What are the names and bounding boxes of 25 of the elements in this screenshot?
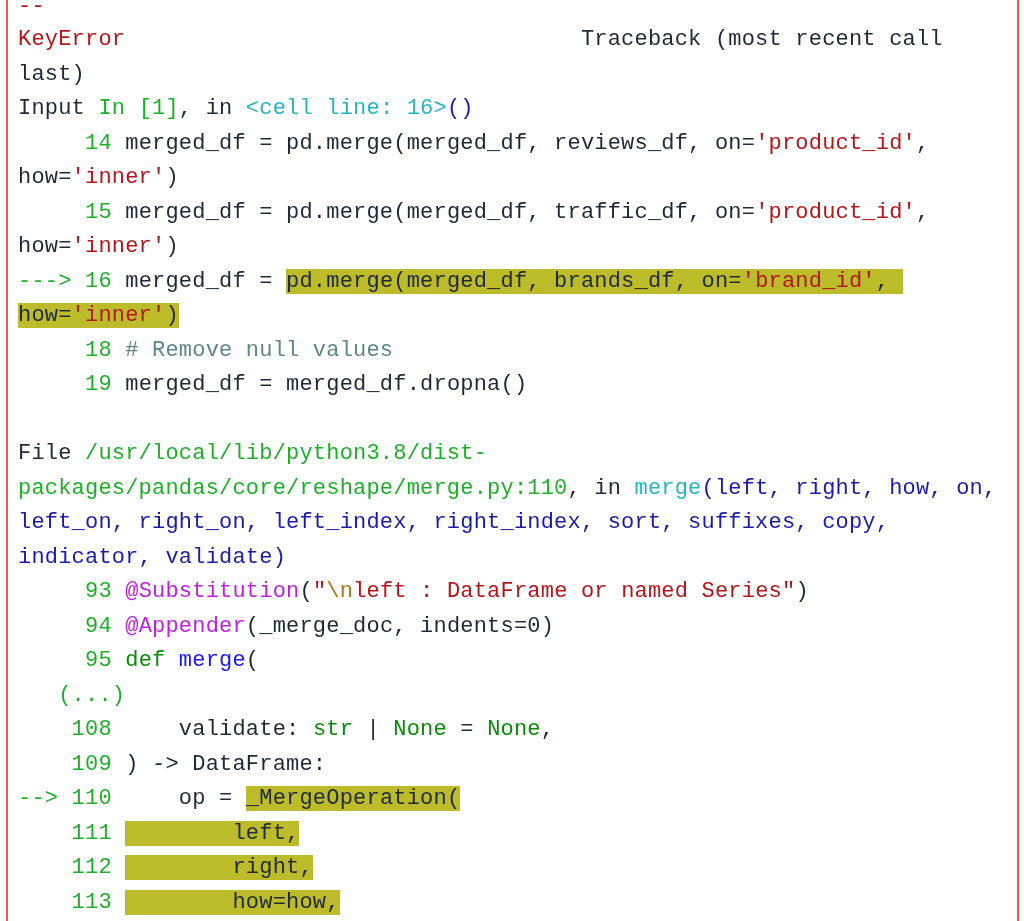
code-line: 93 @Substitution("\n left : DataFrame or named Series") xyxy=(84,578,810,606)
code-line: 15 merged_df = pd.merge(merged_df, traffic_df, on='product_id', xyxy=(84,198,931,227)
code-line: how='inner') xyxy=(18,233,180,261)
code-line: 95 def merge( xyxy=(84,647,261,675)
code-line: KeyError Traceback (most recent call xyxy=(18,26,944,54)
code-line: 113 how=how, xyxy=(70,888,341,917)
code-line: 14 merged_df = pd.merge(merged_df, reviews_df, on='product_id', xyxy=(84,129,931,158)
code-line: 18 # Remove null values xyxy=(84,336,395,365)
code-line: Input In [1], in <cell line: 16>() xyxy=(18,95,475,123)
code-line: 112 right, xyxy=(70,854,314,882)
code-line: 108 validate: str | None = None, xyxy=(70,716,556,744)
code-line: indicator, validate) xyxy=(18,543,288,572)
code-line: left_on, right_on, left_index, right_index, sort, suffixes, copy, xyxy=(18,509,891,537)
code-line: 94 @Appender(_merge_doc, indents=0) xyxy=(84,612,556,641)
code-line: how='inner') xyxy=(18,164,180,192)
code-line: last) xyxy=(18,60,86,89)
code-line: (...) xyxy=(57,681,127,710)
code-line: packages/pandas/core/reshape/merge.py:110, in merge(left, right, how, on, xyxy=(18,474,998,503)
code-line: ---> 16 merged_df = pd.merge(merged_df, brands_df, on='brand_id', xyxy=(18,264,1017,299)
code-line: 109 ) -> DataFrame: xyxy=(70,750,328,779)
code-line: File /usr/local/lib/python3.8/dist- xyxy=(18,440,489,468)
code-line: how='inner') xyxy=(18,302,180,330)
code-line: 19 merged_df = merged_df.dropna() xyxy=(84,371,529,399)
code-line: -- xyxy=(18,0,46,21)
code-line: 111 left, xyxy=(70,819,301,848)
